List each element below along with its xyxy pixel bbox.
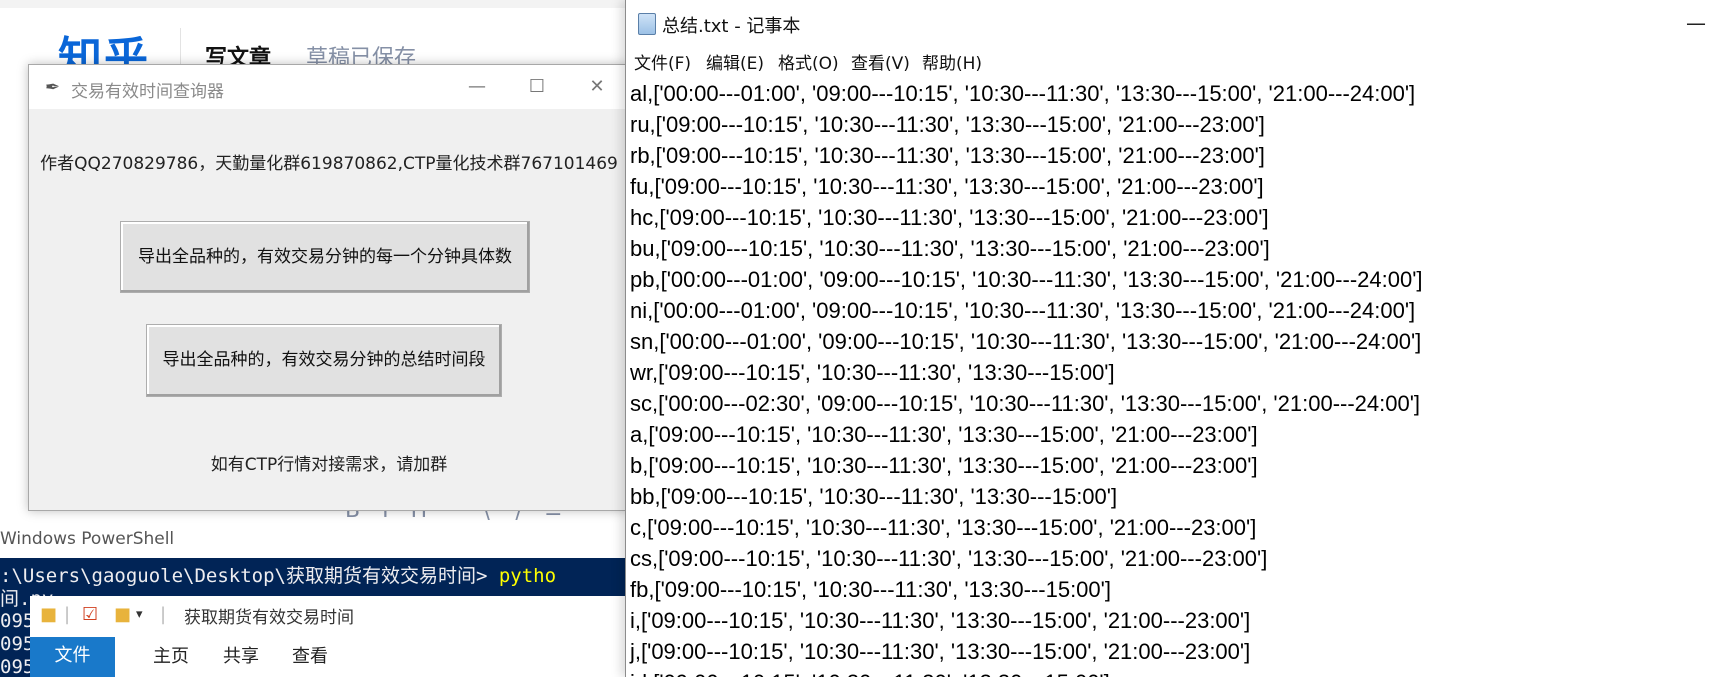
text-line: bu,['09:00---10:15', '10:30---11:30', '1… — [630, 236, 1270, 261]
text-line: jd,['09:00---10:15', '10:30---11:30', '1… — [630, 667, 1110, 677]
contact-note-label: 如有CTP行情对接需求，请加群 — [210, 455, 448, 475]
text-line: ni,['00:00---01:00', '09:00---10:15', '1… — [630, 298, 1416, 323]
text-line: sc,['00:00---02:30', '09:00---10:15', '1… — [630, 391, 1421, 416]
menu-help[interactable]: 帮助(H) — [922, 49, 982, 74]
text-line: ru,['09:00---10:15', '10:30---11:30', '1… — [630, 112, 1265, 137]
explorer-titlebar[interactable]: ■ | ☑ ■ ▾ | 获取期货有效交易时间 — [30, 596, 630, 630]
text-line: a,['09:00---10:15', '10:30---11:30', '13… — [630, 422, 1258, 447]
window-title: 交易有效时间查询器 — [71, 82, 224, 102]
file-explorer-window: ■ | ☑ ■ ▾ | 获取期货有效交易时间 文件 主页 共享 查看 — [30, 596, 630, 677]
notepad-title: 总结.txt - 记事本 — [662, 16, 801, 37]
properties-check-icon[interactable]: ☑ — [82, 604, 98, 625]
author-info-label: 作者QQ270829786，天勤量化群619870862,CTP量化技术群767… — [40, 154, 618, 174]
zhihu-top-strip — [0, 0, 640, 8]
tk-titlebar[interactable]: ✒ 交易有效时间查询器 — ☐ ✕ — [29, 65, 629, 109]
powershell-titlebar[interactable]: Windows PowerShell — [0, 524, 630, 558]
text-line: hc,['09:00---10:15', '10:30---11:30', '1… — [630, 205, 1269, 230]
tab-file[interactable]: 文件 — [30, 637, 115, 677]
text-line: fb,['09:00---10:15', '10:30---11:30', '1… — [630, 577, 1111, 602]
console-prompt-line: :\Users\gaoguole\Desktop\获取期货有效交易时间> pyt… — [0, 561, 556, 588]
maximize-button[interactable]: ☐ — [514, 71, 560, 103]
notepad-titlebar[interactable]: 总结.txt - 记事本 — — [626, 0, 1733, 46]
feather-icon: ✒ — [45, 77, 61, 98]
text-line: pb,['00:00---01:00', '09:00---10:15', '1… — [630, 267, 1423, 292]
text-line: b,['09:00---10:15', '10:30---11:30', '13… — [630, 453, 1258, 478]
notepad-icon — [638, 13, 656, 35]
notepad-text-area[interactable]: al,['00:00---01:00', '09:00---10:15', '1… — [626, 78, 1733, 677]
menu-format[interactable]: 格式(O) — [778, 49, 839, 74]
notepad-window: 总结.txt - 记事本 — 文件(F) 编辑(E) 格式(O) 查看(V) 帮… — [625, 0, 1733, 677]
tab-share[interactable]: 共享 — [223, 637, 259, 677]
text-line: cs,['09:00---10:15', '10:30---11:30', '1… — [630, 546, 1268, 571]
text-line: bb,['09:00---10:15', '10:30---11:30', '1… — [630, 484, 1118, 509]
explorer-title: 获取期货有效交易时间 — [184, 608, 354, 628]
separator: | — [160, 604, 167, 625]
trading-time-query-window: ✒ 交易有效时间查询器 — ☐ ✕ 作者QQ270829786，天勤量化群619… — [28, 64, 630, 511]
new-folder-icon[interactable]: ■ — [114, 604, 131, 625]
text-line: wr,['09:00---10:15', '10:30---11:30', '1… — [630, 360, 1115, 385]
tab-view[interactable]: 查看 — [292, 637, 328, 677]
text-line: sn,['00:00---01:00', '09:00---10:15', '1… — [630, 329, 1422, 354]
quick-access-dropdown-icon[interactable]: ▾ — [136, 607, 143, 622]
powershell-title: Windows PowerShell — [0, 529, 175, 549]
console-command: pytho — [487, 565, 557, 587]
minimize-button[interactable]: — — [454, 71, 500, 103]
tab-home[interactable]: 主页 — [153, 637, 189, 677]
text-line: fu,['09:00---10:15', '10:30---11:30', '1… — [630, 174, 1264, 199]
notepad-menubar: 文件(F) 编辑(E) 格式(O) 查看(V) 帮助(H) — [626, 46, 1733, 76]
minimize-button[interactable]: — — [1676, 6, 1716, 40]
separator: | — [64, 604, 71, 625]
text-line: rb,['09:00---10:15', '10:30---11:30', '1… — [630, 143, 1265, 168]
explorer-ribbon-tabs: 文件 主页 共享 查看 — [30, 637, 630, 677]
text-line: al,['00:00---01:00', '09:00---10:15', '1… — [630, 81, 1416, 106]
menu-edit[interactable]: 编辑(E) — [706, 49, 764, 74]
close-button[interactable]: ✕ — [574, 71, 620, 103]
text-line: i,['09:00---10:15', '10:30---11:30', '13… — [630, 608, 1251, 633]
header-divider — [180, 28, 181, 68]
text-line: c,['09:00---10:15', '10:30---11:30', '13… — [630, 515, 1257, 540]
menu-view[interactable]: 查看(V) — [851, 49, 910, 74]
text-line: j,['09:00---10:15', '10:30---11:30', '13… — [630, 639, 1251, 664]
menu-file[interactable]: 文件(F) — [634, 49, 691, 74]
folder-icon: ■ — [40, 604, 58, 625]
export-summary-periods-button[interactable]: 导出全品种的，有效交易分钟的总结时间段 — [146, 324, 502, 397]
console-prompt: :\Users\gaoguole\Desktop\获取期货有效交易时间> — [0, 565, 488, 587]
export-minute-details-button[interactable]: 导出全品种的，有效交易分钟的每一个分钟具体数 — [120, 221, 530, 293]
